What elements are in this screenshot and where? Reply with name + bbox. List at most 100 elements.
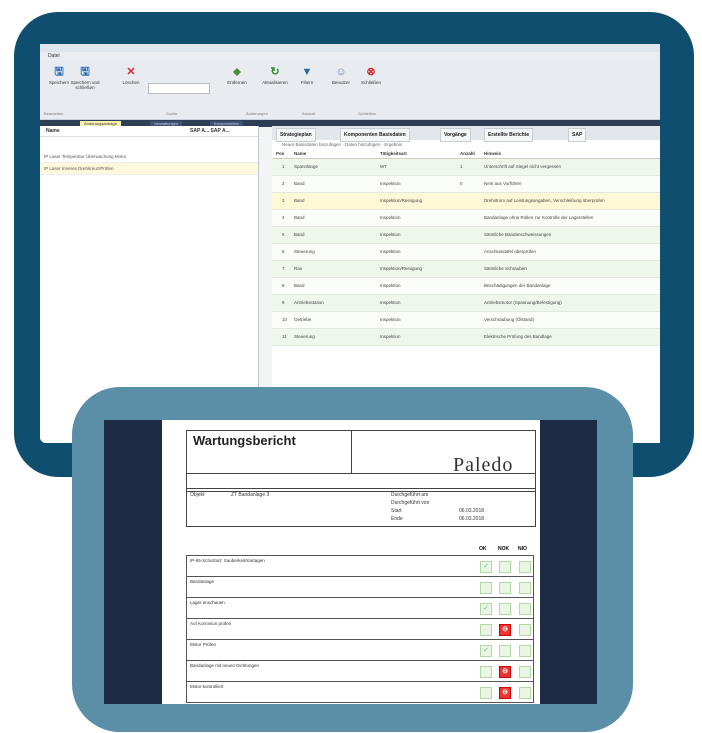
grid-col-header[interactable]: Name (294, 150, 306, 158)
grid-cell: Inspektion (380, 232, 401, 237)
empty-checkbox[interactable] (499, 603, 511, 615)
empty-checkbox[interactable] (480, 624, 492, 636)
tree-row[interactable]: IP Laser Temperatur Überwachung Motor (40, 151, 258, 163)
info-label-start: Start (391, 508, 402, 514)
checklist-header: OK NOK NIO (186, 544, 534, 555)
ribbon-label: Filtern (300, 80, 314, 85)
grid-cell: 6 (282, 249, 285, 254)
search-input[interactable] (148, 83, 210, 94)
nok-mark-icon[interactable]: ⊖ (499, 666, 511, 678)
empty-checkbox[interactable] (480, 687, 492, 699)
window-titlebar (40, 44, 660, 52)
filter-icon: ▼ (301, 66, 313, 78)
refresh-button[interactable]: ↻ Aktualisieren (260, 66, 290, 85)
nok-mark-icon[interactable]: ⊖ (499, 624, 511, 636)
grid-cell: Antriebsstation (294, 300, 324, 305)
detail-tab[interactable]: SAP (568, 128, 587, 142)
grid-row[interactable]: 9 Antriebsstation Inspektion Antriebsmotor … (272, 295, 660, 312)
grid-cell: Inspektion (380, 181, 401, 186)
empty-checkbox[interactable] (499, 561, 511, 573)
empty-checkbox[interactable] (480, 582, 492, 594)
empty-checkbox[interactable] (499, 582, 511, 594)
tree-row-selected[interactable]: IP Laser Inneres Drehkreuz/Prüfen (40, 163, 258, 175)
grid-col-header[interactable]: Tätigkeitsart (380, 150, 407, 158)
ok-check-icon[interactable]: ✓ (480, 645, 492, 657)
detail-tab[interactable]: Vorgänge (440, 128, 471, 142)
refresh-icon: ↻ (270, 66, 280, 78)
grid-cell: Steuerung (294, 249, 315, 254)
close-button[interactable]: ⊗ Schließen (356, 66, 386, 85)
save-close-button[interactable]: 🖫 Speichern und schließen (70, 66, 100, 90)
remove-button[interactable]: ⬥ Entfernen (222, 66, 252, 85)
grid-header: Pos Name Tätigkeitsart Anzahl Hinweis (272, 150, 660, 159)
ribbon-label: Speichern und schließen (70, 80, 100, 90)
checklist-label: Auf Korrosion prüfen (190, 621, 232, 626)
grid-cell: Verschraubung (Ölstand) (484, 317, 535, 322)
file-menu[interactable]: Datei (40, 52, 660, 61)
empty-checkbox[interactable] (519, 582, 531, 594)
header-divider (351, 431, 352, 473)
empty-checkbox[interactable] (519, 666, 531, 678)
grid-cell: 5 (282, 232, 285, 237)
ribbon-label: Entfernen (227, 80, 247, 85)
report-viewer: Wartungsbericht Paledo Objekt ZT Bandanl… (104, 420, 597, 704)
grid-col-header[interactable]: Hinweis (484, 150, 501, 158)
ribbon-label: Löschen (122, 80, 140, 85)
checklist-label: Motor Prüfen (190, 642, 217, 647)
detail-tab[interactable]: Strategieplan (276, 128, 316, 142)
info-value-start: 06.03.2018 (459, 508, 485, 514)
grid-cell: Inspektion/Reinigung (380, 198, 423, 203)
grid-cell: 9 (282, 300, 285, 305)
grid-row[interactable]: 5 Band Inspektion Sämtliche Bandanschweissu… (272, 227, 660, 244)
detail-tab[interactable]: Komponenten Basisdaten (340, 128, 410, 142)
grid-cell: Band (294, 232, 305, 237)
report-page: Wartungsbericht Paledo Objekt ZT Bandanl… (162, 420, 540, 704)
empty-checkbox[interactable] (519, 687, 531, 699)
filter-button[interactable]: ▼ Filtern (292, 66, 322, 85)
grid-row[interactable]: 6 Steuerung Inspektion Anschlusstafel überp… (272, 244, 660, 261)
report-info-table: Objekt ZT Bandanlage 3 Durchgeführt am D… (186, 488, 536, 527)
grid-col-header[interactable]: Pos (276, 150, 284, 158)
info-label-end: Ende (391, 516, 403, 522)
ribbon-group-label: Ansicht (302, 111, 316, 116)
delete-button[interactable]: ✕ Löschen (116, 66, 146, 85)
logo-initial: P (453, 454, 466, 476)
info-value-object: ZT Bandanlage 3 (231, 492, 270, 498)
grid-cell: Inspektion/Reinigung (380, 266, 423, 271)
grid-row[interactable]: 11 Steuerung Inspektion Elektrische Prüfung… (272, 329, 660, 346)
users-button[interactable]: ☺ Benutzer (326, 66, 356, 85)
grid-row[interactable]: 1 Spannlänge WT 1 Unterschrift auf Siegel ni… (272, 159, 660, 176)
grid-row[interactable]: 3 Band Inspektion/Reinigung Drehstrom auf L… (272, 193, 660, 210)
detail-tab[interactable]: Erstellte Berichte (484, 128, 534, 142)
empty-checkbox[interactable] (480, 666, 492, 678)
ribbon-label: Speichern (48, 80, 70, 85)
checklist-body: IP-65-Schutzart: Sauberkeit/Kartagen ✓ Ban… (186, 555, 534, 703)
ribbon-label: Benutzer (331, 80, 350, 85)
grid-cell: Getriebe (294, 317, 312, 322)
grid-cell: Band (294, 198, 305, 203)
empty-checkbox[interactable] (519, 645, 531, 657)
users-icon: ☺ (335, 66, 347, 78)
grid-row[interactable]: 8 Band Inspektion Beschädigungen der Bandan… (272, 278, 660, 295)
checklist-row: IP-65-Schutzart: Sauberkeit/Kartagen ✓ (186, 556, 534, 577)
grid-row[interactable]: 10 Getriebe Inspektion Verschraubung (Ölsta… (272, 312, 660, 329)
grid-cell: 1 (460, 164, 463, 169)
grid-cell: Inspektion (380, 249, 401, 254)
grid-cell: 4 (282, 215, 285, 220)
grid-cell: Anschlusstafel überprüfen (484, 249, 537, 254)
empty-checkbox[interactable] (519, 624, 531, 636)
empty-checkbox[interactable] (499, 645, 511, 657)
nok-mark-icon[interactable]: ⊖ (499, 687, 511, 699)
grid-row[interactable]: 4 Band Inspektion Bandanlage ohne Rollen zu… (272, 210, 660, 227)
ribbon-label: Aktualisieren (262, 80, 288, 85)
empty-checkbox[interactable] (519, 603, 531, 615)
ok-check-icon[interactable]: ✓ (480, 603, 492, 615)
checklist-row: Lager anschauen ✓ (186, 598, 534, 619)
grid-col-header[interactable]: Anzahl (460, 150, 475, 158)
empty-checkbox[interactable] (519, 561, 531, 573)
ok-check-icon[interactable]: ✓ (480, 561, 492, 573)
col-nok: NOK (498, 546, 510, 552)
grid-cell: 7 (282, 266, 285, 271)
grid-row[interactable]: 2 Band Inspektion 0 Nein aus Vorführer (272, 176, 660, 193)
grid-row[interactable]: 7 Rau Inspektion/Reinigung Sämtliche Schrau… (272, 261, 660, 278)
